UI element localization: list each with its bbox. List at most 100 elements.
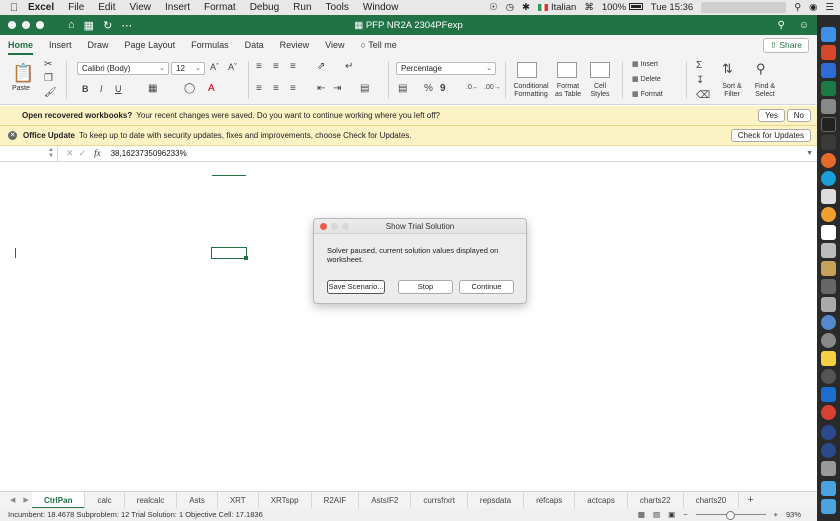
sheet-tab-charts20[interactable]: charts20 <box>684 491 740 509</box>
bluetooth-icon[interactable]: ✱ <box>522 2 530 13</box>
cell-styles-button[interactable]: Cell Styles <box>588 83 612 99</box>
align-center-icon[interactable]: ≡ <box>273 83 279 94</box>
zoom-window-button[interactable] <box>36 21 44 29</box>
expand-formula-icon[interactable]: ▼ <box>806 150 813 157</box>
tab-data[interactable]: Data <box>245 40 264 50</box>
next-sheet-icon[interactable]: ▶ <box>23 496 28 504</box>
align-middle-icon[interactable]: ≡ <box>273 61 279 72</box>
bold-icon[interactable]: B <box>82 84 89 94</box>
minimize-window-button[interactable] <box>22 21 30 29</box>
percent-icon[interactable]: % <box>424 83 433 94</box>
copy-icon[interactable]: ❐ <box>44 73 53 84</box>
format-as-table-icon[interactable] <box>557 62 577 78</box>
close-window-button[interactable] <box>8 21 16 29</box>
sheet-tab-asts[interactable]: Asts <box>177 491 218 509</box>
menu-insert[interactable]: Insert <box>165 2 190 13</box>
increase-indent-icon[interactable]: ⇥ <box>333 83 341 94</box>
borders-icon[interactable]: ▦ <box>148 83 157 94</box>
app-dock-icon[interactable] <box>821 315 836 330</box>
app-dock-icon[interactable] <box>821 425 836 440</box>
tab-formulas[interactable]: Formulas <box>191 40 229 50</box>
menu-window[interactable]: Window <box>363 2 399 13</box>
cut-icon[interactable]: ✂ <box>44 59 52 70</box>
merge-center-icon[interactable]: ▤ <box>360 83 369 94</box>
home-icon[interactable]: ⌂ <box>68 19 75 32</box>
menu-edit[interactable]: Edit <box>98 2 115 13</box>
page-layout-view-icon[interactable]: ▤ <box>653 510 660 519</box>
siri-icon[interactable]: ◉ <box>809 2 817 13</box>
folder-dock-icon[interactable] <box>821 481 836 496</box>
menu-view[interactable]: View <box>130 2 152 13</box>
search-icon[interactable]: ⚲ <box>777 20 784 31</box>
menu-app-excel[interactable]: Excel <box>28 2 54 13</box>
increase-font-icon[interactable]: Aˆ <box>210 62 219 72</box>
align-right-icon[interactable]: ≡ <box>290 83 296 94</box>
sheet-tab-calc[interactable]: calc <box>85 491 125 509</box>
sheet-tab-xrtspp[interactable]: XRTspp <box>259 491 312 509</box>
name-box[interactable]: ▲ ▼ <box>0 145 58 162</box>
number-format-select[interactable]: Percentage ⌄ <box>396 62 496 75</box>
app-dock-icon[interactable] <box>821 387 836 402</box>
more-icon[interactable]: ⋯ <box>121 19 132 32</box>
increase-decimal-icon[interactable]: .0← <box>466 84 479 91</box>
redo-icon[interactable]: ↻ <box>103 19 112 32</box>
check-for-updates-button[interactable]: Check for Updates <box>730 129 811 142</box>
function-icon[interactable]: fx <box>94 148 101 158</box>
autosum-icon[interactable]: Σ <box>696 60 702 71</box>
user-name-box[interactable] <box>701 2 787 13</box>
decrease-decimal-icon[interactable]: .00→ <box>484 84 501 91</box>
app-dock-icon[interactable] <box>821 63 836 78</box>
app-dock-icon[interactable] <box>821 189 836 204</box>
conditional-formatting-icon[interactable] <box>517 62 537 78</box>
clock[interactable]: Tue 15:36 <box>651 2 693 13</box>
time-machine-icon[interactable]: ◷ <box>506 2 514 13</box>
app-dock-icon[interactable] <box>821 443 836 458</box>
font-size-select[interactable]: 12 ⌄ <box>171 62 205 75</box>
menu-run[interactable]: Run <box>293 2 311 13</box>
tab-page-layout[interactable]: Page Layout <box>125 40 176 50</box>
wifi-icon[interactable]: ⌘ <box>584 2 594 13</box>
fill-handle[interactable] <box>244 256 248 260</box>
zoom-level[interactable]: 93% <box>786 510 801 519</box>
sheet-tab-xrt[interactable]: XRT <box>218 491 259 509</box>
fill-color-icon[interactable]: ◯ <box>184 83 195 94</box>
continue-button[interactable]: Continue <box>459 280 514 294</box>
align-bottom-icon[interactable]: ≡ <box>290 61 296 72</box>
account-icon[interactable]: ☺ <box>799 20 809 31</box>
zoom-in-icon[interactable]: + <box>774 510 778 519</box>
excel-dock-icon[interactable] <box>821 81 836 96</box>
clear-icon[interactable]: ⌫ <box>696 90 710 101</box>
cell-styles-icon[interactable] <box>590 62 610 78</box>
insert-cells-button[interactable]: ▦ Insert <box>632 60 658 68</box>
share-button[interactable]: ⇧ Share <box>762 38 809 53</box>
sheet-tab-repsdata[interactable]: repsdata <box>468 491 525 509</box>
app-dock-icon[interactable] <box>821 171 836 186</box>
normal-view-icon[interactable]: ▦ <box>638 510 645 519</box>
find-select-icon[interactable]: ⚲ <box>756 61 766 77</box>
chrome-dock-icon[interactable] <box>821 207 836 222</box>
orientation-icon[interactable]: ⇗ <box>317 61 325 72</box>
zoom-out-icon[interactable]: − <box>683 510 687 519</box>
format-cells-button[interactable]: ▦ Format <box>632 90 663 98</box>
close-icon[interactable]: ✕ <box>8 131 17 140</box>
save-scenario-button[interactable]: Save Scenario... <box>327 280 385 294</box>
spotlight-icon[interactable]: ⚲ <box>794 2 801 13</box>
sheet-tab-realcalc[interactable]: realcalc <box>125 491 178 509</box>
sheet-tab-ctrlpan[interactable]: CtrlPan <box>32 491 86 509</box>
wrap-text-icon[interactable]: ↵ <box>345 61 353 72</box>
recover-yes-button[interactable]: Yes <box>757 109 785 122</box>
tab-draw[interactable]: Draw <box>88 40 109 50</box>
worksheet-grid[interactable] <box>0 162 817 489</box>
app-dock-icon[interactable] <box>821 279 836 294</box>
decrease-font-icon[interactable]: Aˇ <box>228 62 237 72</box>
currency-icon[interactable]: ▤ <box>398 83 407 94</box>
app-dock-icon[interactable] <box>821 243 836 258</box>
italic-icon[interactable]: I <box>100 84 103 94</box>
page-break-view-icon[interactable]: ▣ <box>668 510 675 519</box>
app-dock-icon[interactable] <box>821 135 836 150</box>
paste-icon[interactable]: 📋 <box>12 63 34 84</box>
confirm-formula-icon[interactable]: ✓ <box>79 148 87 158</box>
align-left-icon[interactable]: ≡ <box>256 83 262 94</box>
fill-icon[interactable]: ↧ <box>696 75 704 86</box>
calendar-dock-icon[interactable] <box>821 225 836 240</box>
